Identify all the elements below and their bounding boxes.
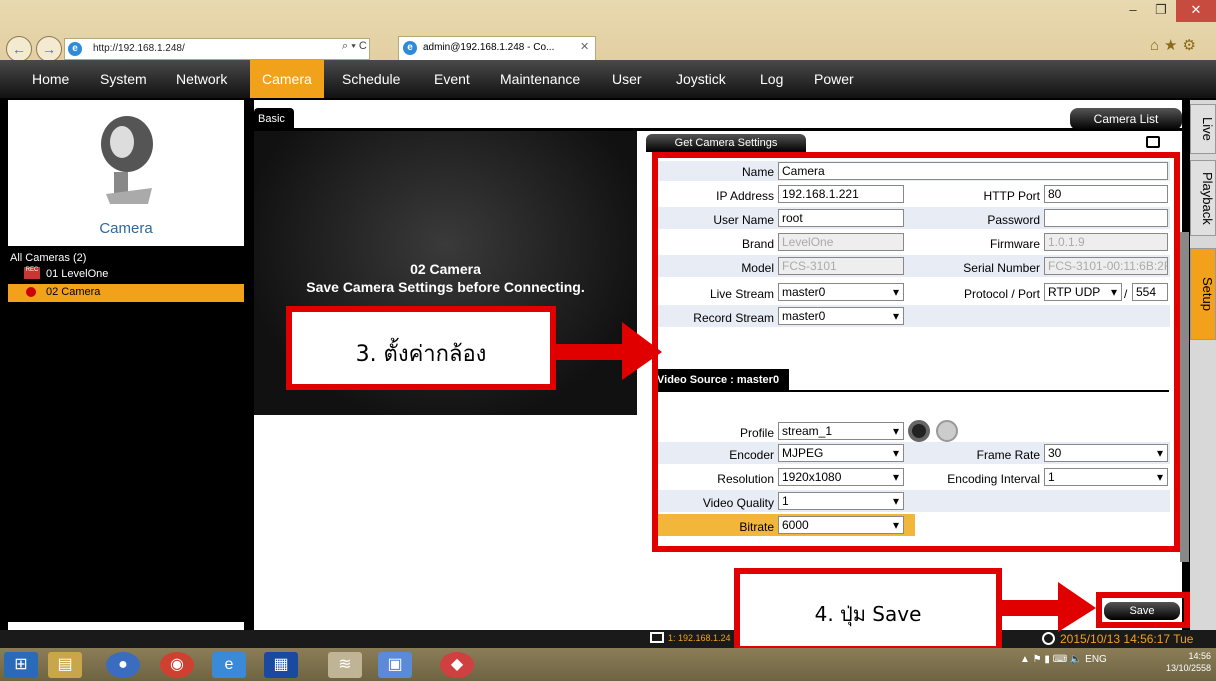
tab-setup[interactable]: Setup <box>1190 248 1216 340</box>
menu-event[interactable]: Event <box>422 60 482 98</box>
disconnected-icon <box>26 287 36 297</box>
tree-item-02-camera[interactable]: 02 Camera <box>46 284 100 300</box>
network-app-icon[interactable]: ≋ <box>328 652 362 678</box>
taskbar-clock[interactable]: 14:56 13/10/2558 <box>1166 650 1211 674</box>
video-message-title: 02 Camera <box>410 261 481 277</box>
camera-row-selected <box>8 284 244 302</box>
clock-time: 14:56 <box>1188 651 1212 661</box>
ie-icon: e <box>68 42 82 56</box>
camera-tree <box>8 246 244 622</box>
browser-tab[interactable]: admin@192.168.1.248 - Co... <box>398 36 596 60</box>
input-language[interactable]: ENG <box>1085 654 1107 665</box>
tray-icons: ▲ ⚑ ▮ ⌨ 🔈 <box>1020 654 1086 665</box>
menu-power[interactable]: Power <box>802 60 866 98</box>
menu-network[interactable]: Network <box>164 60 239 98</box>
search-refresh-controls[interactable]: ⌕ ▾ C <box>342 40 367 53</box>
monitor-status-icon <box>650 632 664 643</box>
status-ip: 1: 192.168.1.24 <box>668 633 731 643</box>
status-datetime: 2015/10/13 14:56:17 Tue <box>1060 632 1194 646</box>
tree-root-all-cameras[interactable]: All Cameras (2) <box>10 250 86 266</box>
game-icon[interactable]: ◆ <box>440 652 474 678</box>
tab-live[interactable]: Live <box>1190 104 1216 154</box>
browser-toolbar-icons[interactable]: ⌂★⚙ <box>1150 36 1201 54</box>
menu-camera[interactable]: Camera <box>250 60 324 98</box>
back-icon[interactable]: ← <box>6 36 32 62</box>
arrow-right-icon <box>998 582 1096 632</box>
ie-taskbar-icon[interactable]: e <box>212 652 246 678</box>
menu-schedule[interactable]: Schedule <box>330 60 412 98</box>
system-tray[interactable]: ▲ ⚑ ▮ ⌨ 🔈 ENG <box>1020 654 1107 665</box>
get-camera-settings-button[interactable]: Get Camera Settings <box>646 134 806 152</box>
tab-close-icon[interactable]: ✕ <box>580 40 589 53</box>
menu-user[interactable]: User <box>600 60 654 98</box>
camera-list-button[interactable]: Camera List <box>1070 108 1182 130</box>
menu-system[interactable]: System <box>88 60 159 98</box>
scrollbar[interactable] <box>1180 232 1189 562</box>
minimize-button[interactable]: – <box>1120 0 1146 22</box>
remote-app-icon[interactable]: ▣ <box>378 652 412 678</box>
annotation-step3-text: 3. ตั้งค่ากล้อง <box>355 342 487 367</box>
arrow-right-icon <box>552 322 662 380</box>
menu-log[interactable]: Log <box>748 60 795 98</box>
close-button[interactable]: ✕ <box>1176 0 1216 22</box>
annotation-save-box <box>1096 592 1190 628</box>
sidebar-title: Camera <box>99 220 153 237</box>
annotation-step3: 3. ตั้งค่ากล้อง <box>286 306 556 390</box>
tab-playback[interactable]: Playback <box>1190 160 1216 236</box>
rec-icon: REC <box>24 267 40 279</box>
tree-item-01-levelone[interactable]: 01 LevelOne <box>46 266 108 282</box>
chrome-icon[interactable]: ◉ <box>160 652 194 678</box>
clock-date: 13/10/2558 <box>1166 663 1212 673</box>
address-bar[interactable]: http://192.168.1.248/ <box>64 38 370 60</box>
annotation-settings-box <box>652 152 1180 552</box>
menu-home[interactable]: Home <box>20 60 81 98</box>
maximize-button[interactable]: ❐ <box>1148 0 1174 22</box>
app-grid-icon[interactable]: ▦ <box>264 652 298 678</box>
tab-basic[interactable]: Basic <box>254 108 294 130</box>
video-message: Save Camera Settings before Connecting. <box>306 279 585 295</box>
menu-joystick[interactable]: Joystick <box>664 60 738 98</box>
annotation-step4: 4. ปุ่ม Save <box>734 568 1002 652</box>
camera-icon <box>101 116 153 204</box>
monitor-icon[interactable] <box>1146 136 1160 148</box>
start-icon[interactable]: ⊞ <box>4 652 38 678</box>
forward-icon[interactable]: → <box>36 36 62 62</box>
menu-maintenance[interactable]: Maintenance <box>488 60 592 98</box>
explorer-icon[interactable]: ▤ <box>48 652 82 678</box>
media-icon[interactable]: ● <box>106 652 140 678</box>
annotation-step4-text: 4. ปุ่ม Save <box>814 602 922 626</box>
tab-ie-icon: e <box>403 41 417 55</box>
